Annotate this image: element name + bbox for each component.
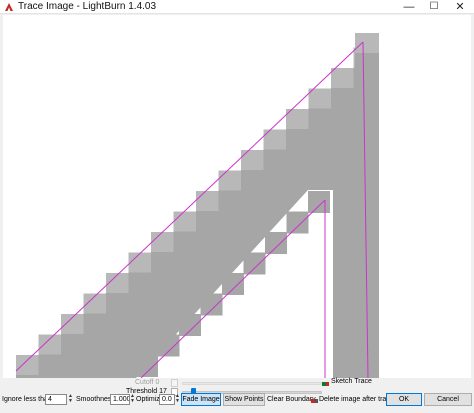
delete-image-checkbox-icon[interactable] xyxy=(311,396,318,403)
close-button[interactable]: ✕ xyxy=(446,0,474,14)
sketch-trace-icon xyxy=(322,379,329,386)
optimize-stepper[interactable]: ▲ ▼ xyxy=(175,394,180,405)
trace-preview-canvas[interactable] xyxy=(3,15,471,378)
inner-step xyxy=(308,191,330,213)
inner-step xyxy=(136,355,158,377)
maximize-button[interactable]: ☐ xyxy=(420,0,448,14)
window-title: Trace Image - LightBurn 1.4.03 xyxy=(18,1,157,12)
stepper-down-icon: ▼ xyxy=(175,398,180,404)
staircase-step-highlight xyxy=(173,211,197,232)
ignore-less-than-input[interactable]: 4 xyxy=(45,394,67,405)
staircase-step xyxy=(331,68,354,378)
staircase-step-highlight xyxy=(151,232,174,252)
cutoff-spinner[interactable] xyxy=(171,379,178,387)
trace-settings-row-bottom: Ignore less than 4 ▲ ▼ Smoothness 1.000 ▲… xyxy=(0,392,474,413)
smoothness-stepper[interactable]: ▲ ▼ xyxy=(130,394,135,405)
title-bar: Trace Image - LightBurn 1.4.03 — ☐ ✕ xyxy=(0,0,474,14)
staircase-step-highlight xyxy=(241,150,264,170)
inner-step xyxy=(179,314,201,336)
inner-step xyxy=(222,273,244,295)
cutoff-value: 0 xyxy=(155,379,160,386)
trace-preview-image xyxy=(15,33,379,378)
lightburn-logo-icon xyxy=(5,3,13,11)
stepper-down-icon: ▼ xyxy=(130,398,135,404)
smoothness-input[interactable]: 1.000 xyxy=(110,394,130,405)
inner-step xyxy=(286,211,309,234)
inner-step xyxy=(157,334,180,357)
cutoff-slider[interactable] xyxy=(182,382,322,385)
staircase-step-highlight xyxy=(196,191,219,211)
staircase-step-highlight xyxy=(16,355,39,375)
inner-step xyxy=(265,232,287,254)
staircase-pillar-highlight xyxy=(355,33,379,53)
stepper-down-icon: ▼ xyxy=(68,398,73,404)
staircase-step-highlight xyxy=(331,68,354,88)
ok-button[interactable]: OK xyxy=(386,393,422,406)
fade-image-button[interactable]: Fade Image xyxy=(181,393,221,406)
inner-step xyxy=(200,293,223,316)
sketch-trace-label[interactable]: Sketch Trace xyxy=(331,377,372,387)
inner-step xyxy=(243,252,266,275)
staircase-step-highlight xyxy=(38,334,62,355)
staircase-step-highlight xyxy=(218,170,242,191)
ignore-stepper[interactable]: ▲ ▼ xyxy=(68,394,73,405)
staircase-step-highlight xyxy=(308,88,332,109)
staircase-step-highlight xyxy=(128,252,152,273)
cancel-button[interactable]: Cancel xyxy=(424,393,472,406)
show-points-button[interactable]: Show Points xyxy=(223,393,265,406)
delete-image-label[interactable]: Delete image after trace xyxy=(319,395,394,405)
clear-boundary-button[interactable]: Clear Boundary xyxy=(267,395,316,405)
optimize-input[interactable]: 0.0 xyxy=(159,394,175,405)
minimize-button[interactable]: — xyxy=(395,0,423,14)
